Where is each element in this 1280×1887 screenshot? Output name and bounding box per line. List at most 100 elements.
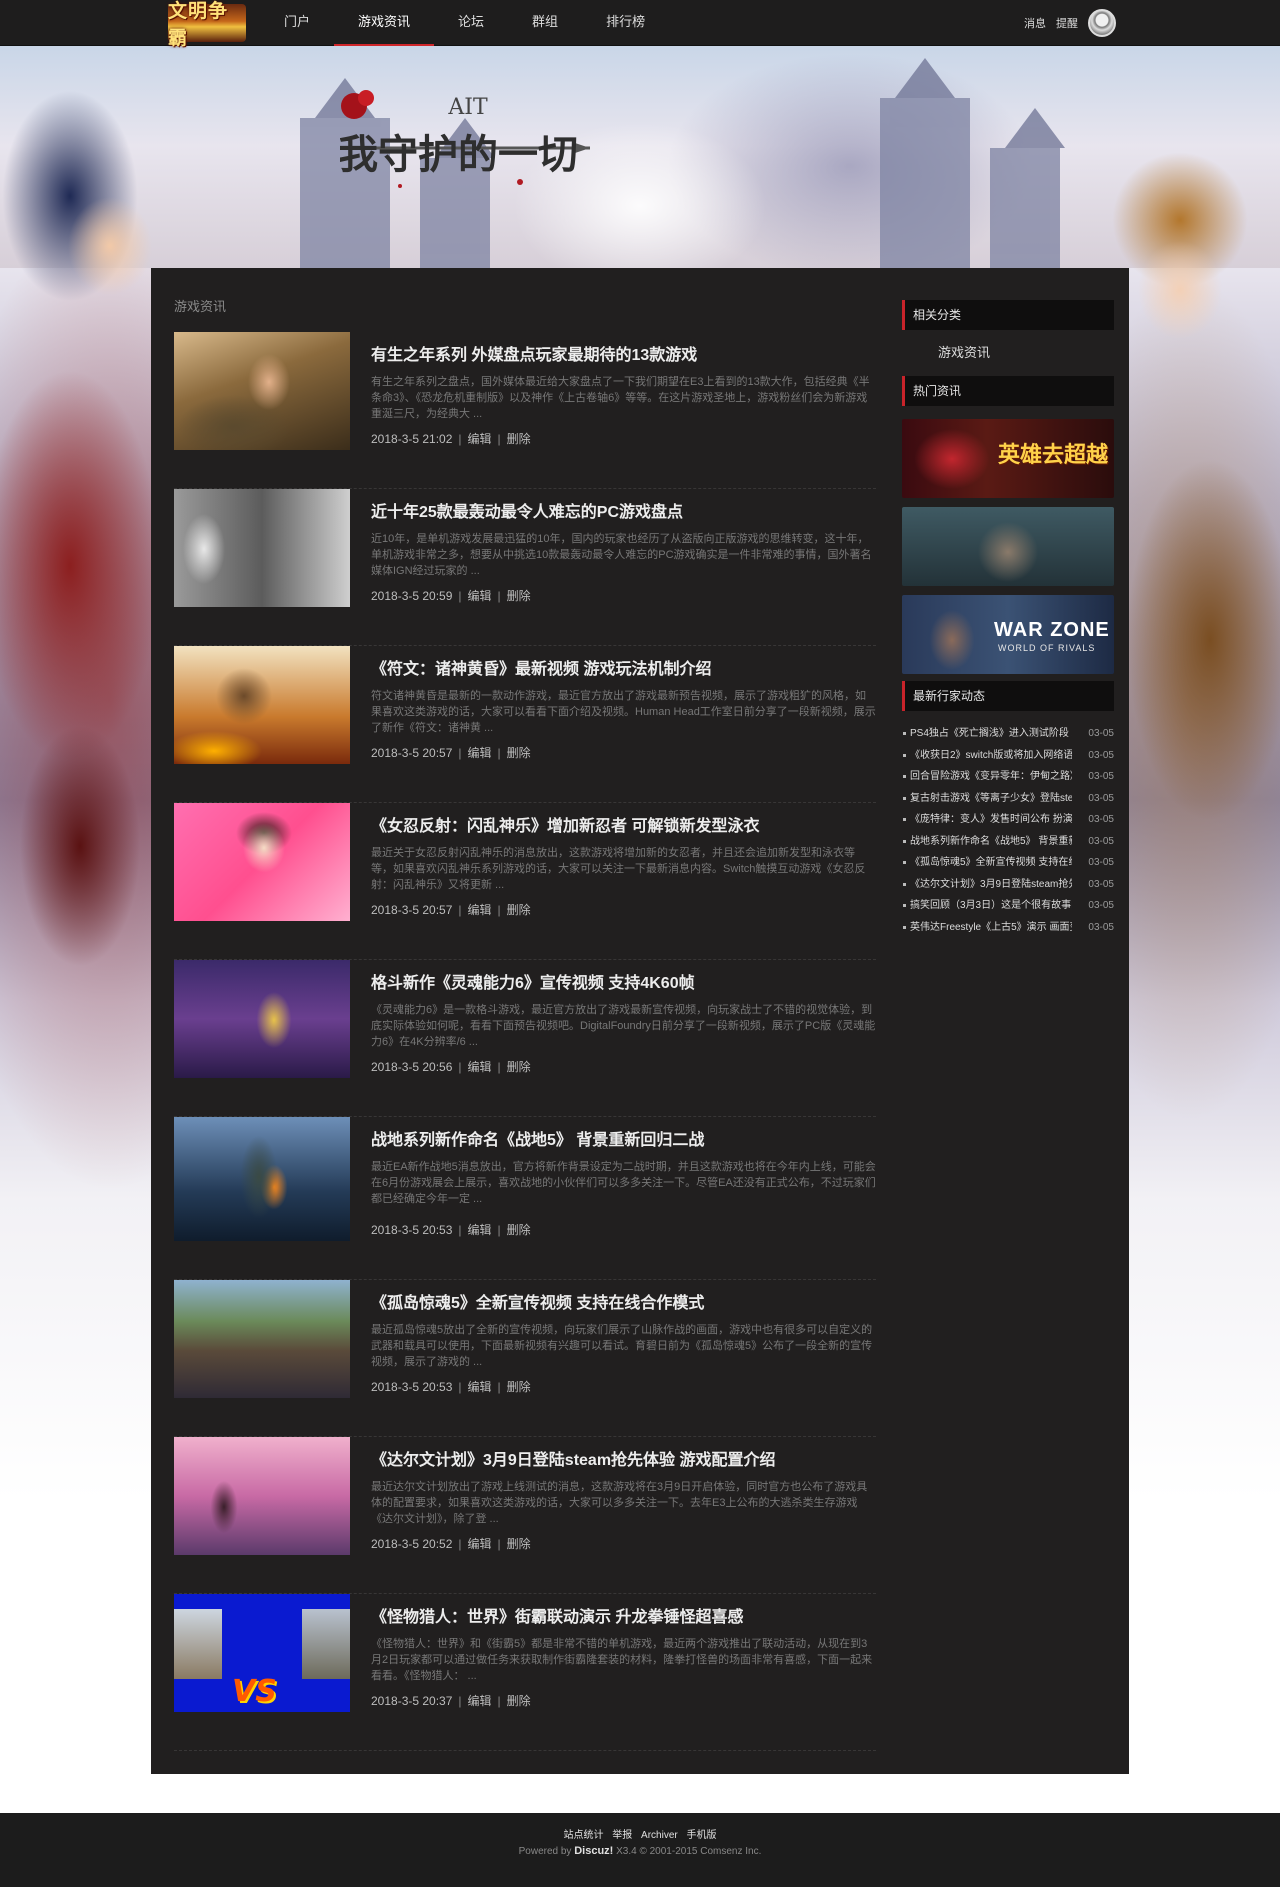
article-meta: 2018-3-5 20:52 | 编辑 | 删除 — [371, 1537, 531, 1551]
article-title[interactable]: 近十年25款最轰动最令人难忘的PC游戏盘点 — [371, 498, 876, 522]
hot-news-image-warzone[interactable]: WAR ZONE WORLD OF RIVALS — [902, 595, 1114, 674]
news-list-item[interactable]: 《庞特律：变人》发售时间公布 扮演3名 03-05 — [902, 809, 1114, 831]
article-summary: 《灵魂能力6》是一款格斗游戏，最近官方放出了游戏最新宣传视频，向玩家战士了不错的… — [371, 1004, 876, 1048]
news-title[interactable]: 回合冒险游戏《变异零年：伊甸之路》公 — [902, 766, 1072, 788]
vs-right-portrait — [302, 1609, 350, 1679]
footer-link-archiver[interactable]: Archiver — [641, 1830, 678, 1841]
edit-link[interactable]: 编辑 — [468, 903, 492, 917]
news-list-item[interactable]: 《收获日2》switch版或将加入网络语音 03-05 — [902, 745, 1114, 767]
edit-link[interactable]: 编辑 — [468, 1060, 492, 1074]
article-thumbnail[interactable] — [174, 1437, 350, 1555]
article-date: 2018-3-5 20:56 — [371, 1060, 453, 1074]
related-category-item[interactable]: 游戏资讯 — [902, 330, 1114, 376]
news-list-item[interactable]: 搞笑回顾（3月3日）这是个很有故事的 03-05 — [902, 895, 1114, 917]
article-title[interactable]: 《孤岛惊魂5》全新宣传视频 支持在线合作模式 — [371, 1289, 876, 1313]
nav-item-ranking[interactable]: 排行榜 — [582, 0, 669, 46]
article-title[interactable]: 有生之年系列 外媒盘点玩家最期待的13款游戏 — [371, 341, 876, 365]
news-list-item[interactable]: 回合冒险游戏《变异零年：伊甸之路》公 03-05 — [902, 766, 1114, 788]
delete-link[interactable]: 删除 — [507, 1380, 531, 1394]
nav-item-game-news[interactable]: 游戏资讯 — [334, 0, 435, 46]
delete-link[interactable]: 删除 — [507, 746, 531, 760]
related-category-heading: 相关分类 — [902, 300, 1114, 330]
delete-link[interactable]: 删除 — [507, 1694, 531, 1708]
edit-link[interactable]: 编辑 — [468, 432, 492, 446]
article-thumbnail[interactable] — [174, 803, 350, 921]
article-date: 2018-3-5 20:53 — [371, 1223, 453, 1237]
edit-link[interactable]: 编辑 — [468, 589, 492, 603]
news-title[interactable]: 战地系列新作命名《战地5》 背景重新回 — [902, 831, 1072, 853]
reminders-link[interactable]: 提醒 — [1056, 15, 1078, 31]
edit-link[interactable]: 编辑 — [468, 1223, 492, 1237]
news-date: 03-05 — [1088, 814, 1114, 825]
article-title[interactable]: 战地系列新作命名《战地5》 背景重新回归二战 — [371, 1126, 876, 1150]
article-title[interactable]: 格斗新作《灵魂能力6》宣传视频 支持4K60帧 — [371, 969, 876, 993]
article-summary: 最近达尔文计划放出了游戏上线测试的消息，这款游戏将在3月9日开启体验，同时官方也… — [371, 1481, 868, 1525]
castle-tower-decoration — [880, 58, 970, 268]
article-thumbnail[interactable]: VS — [174, 1594, 350, 1712]
article-thumbnail[interactable] — [174, 1117, 350, 1241]
hot-news-image-hero[interactable]: 英雄去超越 — [902, 419, 1114, 498]
news-title[interactable]: 搞笑回顾（3月3日）这是个很有故事的 — [902, 895, 1072, 917]
messages-link[interactable]: 消息 — [1024, 15, 1046, 31]
delete-link[interactable]: 删除 — [507, 589, 531, 603]
article-thumbnail[interactable] — [174, 960, 350, 1078]
article-summary: 符文诸神黄昏是最新的一款动作游戏，最近官方放出了游戏最新预告视频，展示了游戏粗犷… — [371, 690, 876, 734]
edit-link[interactable]: 编辑 — [468, 1694, 492, 1708]
castle-tower-decoration — [990, 108, 1065, 268]
article-date: 2018-3-5 21:02 — [371, 432, 453, 446]
news-title[interactable]: 《庞特律：变人》发售时间公布 扮演3名 — [902, 809, 1072, 831]
article-thumbnail[interactable] — [174, 489, 350, 607]
footer-link-report[interactable]: 举报 — [612, 1830, 632, 1841]
article-title[interactable]: 《女忍反射：闪乱神乐》增加新忍者 可解锁新发型泳衣 — [371, 812, 876, 836]
delete-link[interactable]: 删除 — [507, 1537, 531, 1551]
news-list-item[interactable]: 战地系列新作命名《战地5》 背景重新回 03-05 — [902, 831, 1114, 853]
article-item: 《达尔文计划》3月9日登陆steam抢先体验 游戏配置介绍 最近达尔文计划放出了… — [174, 1437, 876, 1594]
article-thumbnail[interactable] — [174, 332, 350, 450]
site-logo[interactable]: 文明争霸 — [168, 0, 246, 49]
news-list-item[interactable]: 《孤岛惊魂5》全新宣传视频 支持在线合 03-05 — [902, 852, 1114, 874]
article-date: 2018-3-5 20:59 — [371, 589, 453, 603]
news-title[interactable]: 《收获日2》switch版或将加入网络语音 — [902, 745, 1072, 767]
nav-item-forum[interactable]: 论坛 — [434, 0, 508, 46]
footer-link-mobile[interactable]: 手机版 — [687, 1830, 717, 1841]
news-list-item[interactable]: 复古射击游戏《等离子少女》登陆steam 03-05 — [902, 788, 1114, 810]
article-item: 有生之年系列 外媒盘点玩家最期待的13款游戏 有生之年系列之盘点，国外媒体最近给… — [174, 332, 876, 489]
delete-link[interactable]: 删除 — [507, 1060, 531, 1074]
delete-link[interactable]: 删除 — [507, 903, 531, 917]
hot-image-caption: 英雄去超越 — [998, 442, 1109, 467]
article-thumbnail[interactable] — [174, 1280, 350, 1398]
powered-brand[interactable]: Discuz! — [574, 1845, 613, 1857]
footer-link-stats[interactable]: 站点统计 — [563, 1830, 603, 1841]
latest-news-list: PS4独占《死亡搁浅》进入测试阶段 发 03-05 《收获日2》switch版或将… — [902, 723, 1114, 938]
nav-item-portal[interactable]: 门户 — [260, 0, 334, 46]
news-title[interactable]: PS4独占《死亡搁浅》进入测试阶段 发 — [902, 723, 1072, 745]
hot-news-image-warrior[interactable] — [902, 507, 1114, 586]
article-meta: 2018-3-5 20:57 | 编辑 | 删除 — [371, 746, 531, 760]
hot-news-heading: 热门资讯 — [902, 376, 1114, 406]
site-footer: 站点统计 举报 Archiver 手机版 Powered by Discuz! … — [0, 1813, 1280, 1887]
article-title[interactable]: 《达尔文计划》3月9日登陆steam抢先体验 游戏配置介绍 — [371, 1446, 876, 1470]
news-title[interactable]: 《达尔文计划》3月9日登陆steam抢先 — [902, 874, 1072, 896]
news-list-item[interactable]: 英伟达Freestyle《上古5》演示 画面变 03-05 — [902, 917, 1114, 939]
news-title[interactable]: 《孤岛惊魂5》全新宣传视频 支持在线合 — [902, 852, 1072, 874]
article-meta: 2018-3-5 20:59 | 编辑 | 删除 — [371, 589, 531, 603]
article-item: 战地系列新作命名《战地5》 背景重新回归二战 最近EA新作战地5消息放出，官方将… — [174, 1117, 876, 1280]
article-title[interactable]: 《怪物猎人：世界》街霸联动演示 升龙拳锤怪超喜感 — [371, 1603, 876, 1627]
edit-link[interactable]: 编辑 — [468, 1537, 492, 1551]
article-thumbnail[interactable] — [174, 646, 350, 764]
delete-link[interactable]: 删除 — [507, 1223, 531, 1237]
article-summary: 最近关于女忍反射闪乱神乐的消息放出，这款游戏将增加新的女忍者，并且还会追加新发型… — [371, 847, 866, 891]
delete-link[interactable]: 删除 — [507, 432, 531, 446]
section-title: 游戏资讯 — [174, 299, 227, 314]
news-list-item[interactable]: PS4独占《死亡搁浅》进入测试阶段 发 03-05 — [902, 723, 1114, 745]
edit-link[interactable]: 编辑 — [468, 746, 492, 760]
article-meta: 2018-3-5 20:57 | 编辑 | 删除 — [371, 903, 531, 917]
news-date: 03-05 — [1088, 900, 1114, 911]
avatar[interactable] — [1088, 9, 1116, 37]
news-title[interactable]: 英伟达Freestyle《上古5》演示 画面变 — [902, 917, 1072, 939]
edit-link[interactable]: 编辑 — [468, 1380, 492, 1394]
news-title[interactable]: 复古射击游戏《等离子少女》登陆steam — [902, 788, 1072, 810]
article-title[interactable]: 《符文：诸神黄昏》最新视频 游戏玩法机制介绍 — [371, 655, 876, 679]
news-list-item[interactable]: 《达尔文计划》3月9日登陆steam抢先 03-05 — [902, 874, 1114, 896]
nav-item-groups[interactable]: 群组 — [508, 0, 582, 46]
